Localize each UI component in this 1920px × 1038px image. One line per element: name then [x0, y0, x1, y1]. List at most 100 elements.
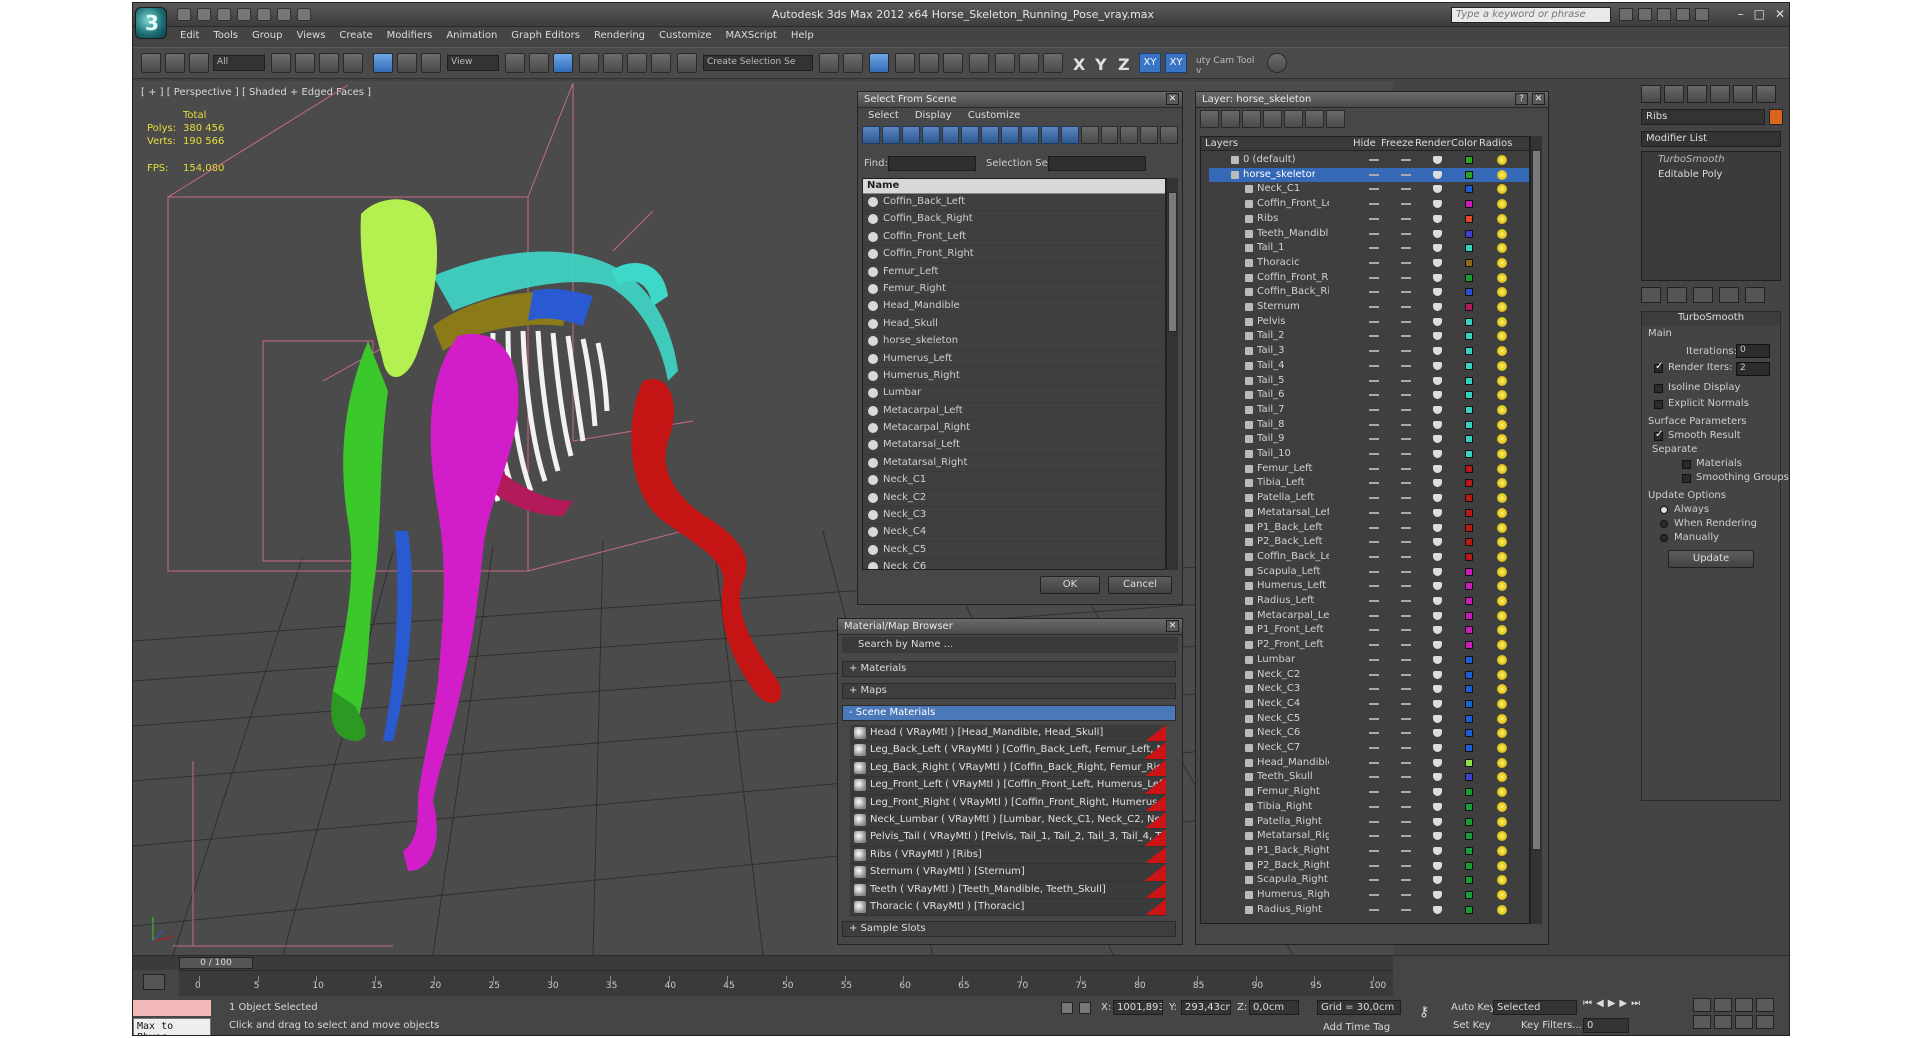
orbit-icon[interactable]: [1735, 1015, 1753, 1029]
layer-color-swatch[interactable]: [1465, 244, 1473, 253]
menu-graph-editors[interactable]: Graph Editors: [504, 28, 587, 46]
radiosity-icon[interactable]: [1497, 331, 1507, 342]
list-item[interactable]: Coffin_Front_Left: [863, 229, 1165, 247]
hold-icon[interactable]: [277, 8, 291, 21]
freeze-toggle[interactable]: [1401, 247, 1411, 250]
pan-icon[interactable]: [1714, 1015, 1732, 1029]
layer-color-swatch[interactable]: [1465, 552, 1473, 561]
freeze-toggle[interactable]: [1401, 864, 1411, 867]
filter-icon[interactable]: [1140, 126, 1159, 144]
layer-row[interactable]: P1_Back_Left: [1209, 521, 1529, 536]
select-by-name-icon[interactable]: [295, 53, 315, 73]
render-teapot-icon[interactable]: [1433, 170, 1442, 179]
freeze-toggle[interactable]: [1401, 306, 1411, 308]
radiosity-icon[interactable]: [1497, 610, 1507, 621]
layer-color-swatch[interactable]: [1465, 464, 1473, 473]
layer-row[interactable]: Tail_2: [1209, 329, 1529, 344]
layer-row[interactable]: Tail_4: [1209, 359, 1529, 374]
layer-color-swatch[interactable]: [1465, 156, 1473, 164]
layer-row[interactable]: Tibia_Right: [1209, 800, 1529, 815]
list-item[interactable]: Neck_C3: [863, 507, 1165, 525]
freeze-toggle[interactable]: [1401, 364, 1411, 367]
hide-toggle[interactable]: [1369, 864, 1379, 867]
hide-toggle[interactable]: [1369, 908, 1379, 911]
freeze-toggle[interactable]: [1401, 291, 1411, 294]
hide-toggle[interactable]: [1369, 467, 1379, 470]
layer-list-scrollbar[interactable]: [1530, 136, 1542, 924]
mirror-icon[interactable]: [819, 53, 839, 73]
maps-rollout[interactable]: + Maps: [842, 683, 1176, 699]
hide-toggle[interactable]: [1369, 820, 1379, 823]
pin-stack-icon[interactable]: [1641, 287, 1661, 303]
layer-manager-title[interactable]: Layer: horse_skeleton ? ✕: [1196, 92, 1548, 108]
cam-tool-icon[interactable]: [1267, 53, 1287, 73]
display-all-icon[interactable]: [1080, 126, 1099, 144]
maximize-icon[interactable]: □: [1754, 7, 1765, 21]
cancel-button[interactable]: Cancel: [1108, 576, 1172, 594]
layer-color-swatch[interactable]: [1465, 435, 1473, 444]
help-icon[interactable]: [1695, 8, 1709, 21]
axis-x-constraint[interactable]: X: [1073, 55, 1085, 74]
modify-tab-icon[interactable]: [1664, 85, 1684, 103]
radiosity-icon[interactable]: [1497, 287, 1507, 298]
freeze-toggle[interactable]: [1401, 820, 1411, 823]
delete-layer-icon[interactable]: [1221, 110, 1240, 128]
layer-color-swatch[interactable]: [1465, 391, 1473, 400]
render-teapot-icon[interactable]: [1433, 905, 1442, 914]
hide-toggle[interactable]: [1369, 717, 1379, 720]
layer-color-swatch[interactable]: [1465, 523, 1473, 532]
layer-color-swatch[interactable]: [1465, 214, 1473, 223]
communication-icon[interactable]: [1657, 8, 1671, 21]
layer-color-swatch[interactable]: [1465, 405, 1473, 414]
hide-toggle[interactable]: [1369, 438, 1379, 441]
radiosity-icon[interactable]: [1497, 522, 1507, 533]
display-helpers-icon[interactable]: [941, 126, 960, 144]
hide-toggle[interactable]: [1369, 629, 1379, 632]
set-key-icon[interactable]: ⚷: [1419, 1004, 1441, 1020]
layer-row[interactable]: Metatarsal_Left: [1209, 506, 1529, 521]
close-icon[interactable]: ✕: [1166, 93, 1179, 105]
display-groups-icon[interactable]: [981, 126, 1000, 144]
render-teapot-icon[interactable]: [1433, 258, 1442, 267]
zoom-extents-all-icon[interactable]: [1756, 998, 1774, 1012]
freeze-toggle[interactable]: [1401, 776, 1411, 779]
layer-row[interactable]: Pelvis: [1209, 315, 1529, 330]
layer-color-swatch[interactable]: [1465, 317, 1473, 326]
color-column-header[interactable]: Color: [1451, 138, 1477, 149]
spinner-snap-icon[interactable]: [651, 53, 671, 73]
render-teapot-icon[interactable]: [1433, 508, 1442, 517]
layer-color-swatch[interactable]: [1465, 817, 1473, 826]
radiosity-icon[interactable]: [1497, 904, 1507, 915]
render-teapot-icon[interactable]: [1433, 788, 1442, 797]
layer-color-swatch[interactable]: [1465, 538, 1473, 547]
layer-color-swatch[interactable]: [1465, 567, 1473, 576]
render-teapot-icon[interactable]: [1433, 156, 1442, 164]
select-and-move-icon[interactable]: [373, 53, 393, 73]
reference-coordinate-dropdown[interactable]: View: [447, 55, 499, 71]
layer-color-swatch[interactable]: [1465, 273, 1473, 282]
render-teapot-icon[interactable]: [1433, 729, 1442, 738]
set-key-button[interactable]: Set Key: [1453, 1020, 1491, 1031]
material-item[interactable]: Head ( VRayMtl ) [Head_Mandible, Head_Sk…: [850, 725, 1166, 743]
add-time-tag-button[interactable]: Add Time Tag: [1323, 1022, 1390, 1033]
render-teapot-icon[interactable]: [1433, 214, 1442, 223]
material-item[interactable]: Teeth ( VRayMtl ) [Teeth_Mandible, Teeth…: [850, 881, 1166, 899]
list-item[interactable]: Humerus_Left: [863, 351, 1165, 368]
radiosity-icon[interactable]: [1497, 478, 1507, 489]
add-to-layer-icon[interactable]: [1242, 110, 1261, 128]
create-tab-icon[interactable]: [1641, 85, 1661, 103]
freeze-toggle[interactable]: [1401, 732, 1411, 735]
display-cameras-icon[interactable]: [921, 126, 940, 144]
next-frame-icon[interactable]: ▶: [1619, 998, 1627, 1009]
layer-row[interactable]: Neck_C4: [1209, 697, 1529, 712]
scene-object-list[interactable]: Name Coffin_Back_Left Coffin_Back_Right …: [862, 178, 1166, 570]
hide-toggle[interactable]: [1369, 291, 1379, 294]
render-teapot-icon[interactable]: [1433, 744, 1442, 752]
layer-row[interactable]: Lumbar: [1209, 653, 1529, 668]
freeze-all-icon[interactable]: [1326, 110, 1345, 128]
x-coord-field[interactable]: 1001,893c: [1113, 1000, 1163, 1015]
freeze-toggle[interactable]: [1401, 511, 1411, 514]
radiosity-icon[interactable]: [1497, 360, 1507, 371]
freeze-toggle[interactable]: [1401, 276, 1411, 279]
freeze-column-header[interactable]: Freeze: [1381, 138, 1414, 149]
